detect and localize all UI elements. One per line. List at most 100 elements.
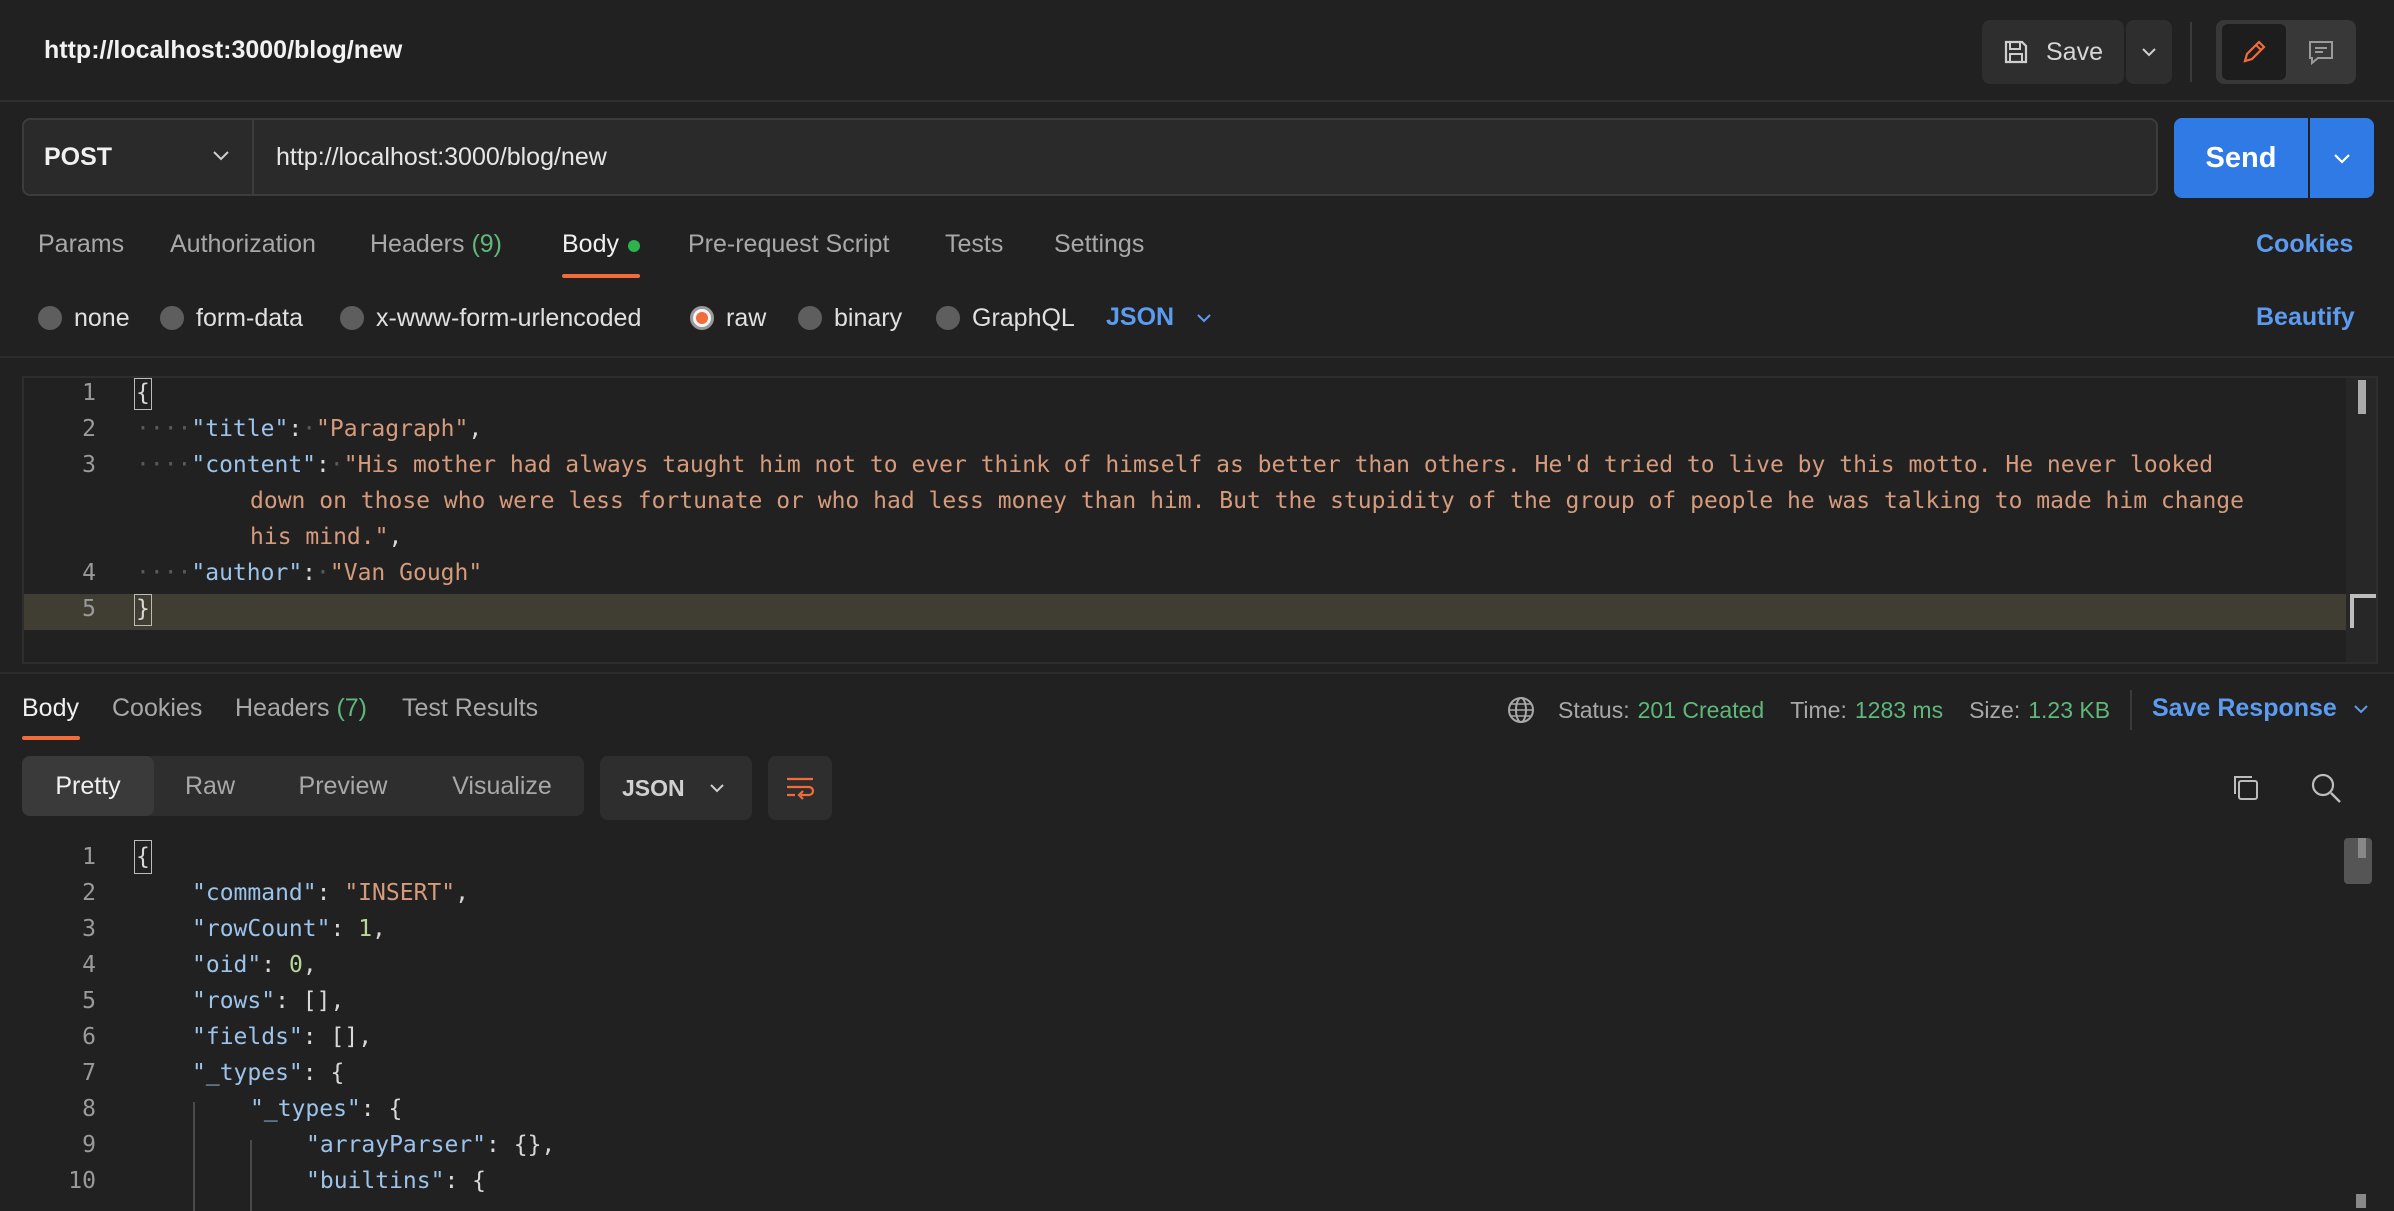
radio-graphql-label: GraphQL	[972, 303, 1075, 332]
chevron-down-icon	[1197, 313, 1211, 322]
tab-authorization[interactable]: Authorization	[170, 230, 316, 259]
line-number: 10	[68, 1168, 96, 1194]
method-value: POST	[44, 142, 113, 171]
code-line: "command": "INSERT",	[192, 880, 469, 906]
response-tab-headers[interactable]: Headers (7)	[235, 694, 367, 723]
wrap-lines-button[interactable]	[768, 756, 832, 820]
status-value[interactable]: 201 Created	[1638, 697, 1765, 724]
line-number: 9	[82, 1132, 96, 1158]
search-icon[interactable]	[2308, 770, 2344, 811]
body-type-binary[interactable]: binary	[798, 300, 902, 336]
code-line: ····"author":·"Van Gough"	[136, 560, 483, 586]
radio-raw[interactable]	[690, 306, 714, 330]
code-line: {	[136, 380, 150, 406]
send-button[interactable]: Send	[2174, 118, 2308, 198]
save-button[interactable]: Save	[1982, 20, 2124, 84]
json-key: "author"	[191, 560, 303, 586]
comments-button[interactable]	[2290, 24, 2352, 80]
view-pretty-button[interactable]: Pretty	[22, 756, 154, 816]
url-input[interactable]: http://localhost:3000/blog/new	[252, 118, 2158, 196]
tab-prerequest-script[interactable]: Pre-request Script	[688, 230, 889, 259]
code-line: "oid": 0,	[192, 952, 317, 978]
code-token: }	[136, 596, 150, 622]
code-line: ····"content":·"His mother had always ta…	[136, 452, 2214, 478]
scrollbar-marker	[2356, 1194, 2366, 1208]
method-select[interactable]: POST	[22, 118, 254, 196]
chevron-down-icon	[2354, 704, 2368, 713]
response-tab-test-results[interactable]: Test Results	[402, 694, 538, 723]
view-visualize-button[interactable]: Visualize	[424, 756, 580, 816]
tab-tests[interactable]: Tests	[945, 230, 1003, 259]
line-number: 4	[82, 952, 96, 978]
line-number: 2	[82, 416, 96, 442]
view-preview-button[interactable]: Preview	[268, 756, 418, 816]
raw-format-select[interactable]: JSON	[1106, 303, 1214, 332]
chevron-down-icon	[213, 151, 229, 161]
status-label: Status:	[1558, 696, 1630, 723]
tab-headers[interactable]: Headers (9)	[370, 230, 502, 259]
response-tab-body[interactable]: Body	[22, 694, 79, 723]
body-type-graphql[interactable]: GraphQL	[936, 300, 1075, 336]
tab-params[interactable]: Params	[38, 230, 124, 259]
radio-graphql[interactable]	[936, 306, 960, 330]
body-type-raw[interactable]: raw	[690, 300, 766, 336]
code-line: "builtins": {	[306, 1168, 487, 1194]
line-number: 7	[82, 1060, 96, 1086]
json-value: []	[330, 1024, 359, 1050]
json-value: down on those who were less fortunate or…	[250, 488, 2244, 514]
json-key: "_types"	[192, 1060, 303, 1086]
indent-guide	[250, 1140, 252, 1211]
line-number: 2	[82, 880, 96, 906]
code-line: "rows": [],	[192, 988, 345, 1014]
copy-icon[interactable]	[2228, 770, 2264, 811]
tab-body[interactable]: Body	[562, 230, 619, 259]
line-number: 4	[82, 560, 96, 586]
json-value: "Paragraph"	[316, 416, 469, 442]
line-number: 1	[82, 380, 96, 406]
save-response-button[interactable]: Save Response	[2152, 694, 2371, 723]
edit-mode-button[interactable]	[2222, 24, 2286, 80]
send-options-dropdown[interactable]	[2310, 118, 2374, 198]
json-key: "rows"	[192, 988, 276, 1014]
request-title[interactable]: http://localhost:3000/blog/new	[44, 36, 402, 65]
tab-headers-label: Headers	[370, 230, 465, 258]
save-options-dropdown[interactable]	[2126, 20, 2172, 84]
radio-none[interactable]	[38, 306, 62, 330]
response-tab-headers-label: Headers	[235, 694, 330, 722]
line-number: 5	[82, 988, 96, 1014]
divider	[0, 356, 2394, 358]
scrollbar-cursor-marker	[2350, 594, 2376, 628]
json-value: {}	[513, 1132, 542, 1158]
wrap-lines-icon	[787, 777, 815, 800]
body-type-form-data[interactable]: form-data	[160, 300, 303, 336]
radio-form-data[interactable]	[160, 306, 184, 330]
divider	[0, 672, 2394, 674]
beautify-button[interactable]: Beautify	[2256, 303, 2355, 332]
body-type-none[interactable]: none	[38, 300, 130, 336]
code-token: {	[136, 380, 150, 406]
save-label: Save	[2046, 37, 2103, 66]
json-key: "content"	[191, 452, 317, 478]
tab-settings[interactable]: Settings	[1054, 230, 1144, 259]
scrollbar-marker	[2358, 838, 2366, 858]
radio-binary[interactable]	[798, 306, 822, 330]
chevron-down-icon	[709, 784, 724, 793]
time-value[interactable]: 1283 ms	[1855, 697, 1943, 724]
radio-none-label: none	[74, 303, 130, 332]
response-format-select[interactable]: JSON	[600, 756, 752, 820]
line-number: 5	[82, 596, 96, 622]
json-key: "title"	[191, 416, 289, 442]
pencil-icon	[2243, 40, 2266, 63]
size-value[interactable]: 1.23 KB	[2028, 697, 2110, 724]
response-tab-cookies[interactable]: Cookies	[112, 694, 202, 723]
body-type-urlencoded[interactable]: x-www-form-urlencoded	[340, 300, 641, 336]
json-key: "arrayParser"	[306, 1132, 487, 1158]
view-raw-button[interactable]: Raw	[156, 756, 264, 816]
comment-icon	[2309, 41, 2333, 66]
size-label: Size:	[1969, 696, 2021, 723]
radio-urlencoded[interactable]	[340, 306, 364, 330]
scrollbar-thumb[interactable]	[2358, 380, 2366, 414]
globe-icon[interactable]	[1506, 695, 1536, 725]
code-line: ····"title":·"Paragraph",	[136, 416, 483, 442]
cookies-link[interactable]: Cookies	[2256, 230, 2353, 259]
